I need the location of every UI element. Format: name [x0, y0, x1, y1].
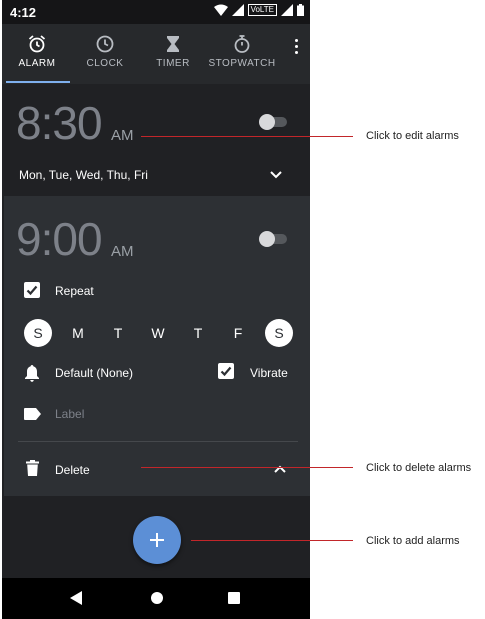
check-icon: [26, 285, 38, 296]
wifi-icon: [213, 4, 228, 16]
bell-icon: [25, 365, 39, 382]
alarm-clock-icon: [28, 35, 46, 53]
alarm-item-0830[interactable]: 8:30 AM Mon, Tue, Wed, Thu, Fri: [2, 90, 310, 194]
toggle-knob: [259, 114, 275, 130]
chevron-down-icon[interactable]: [270, 170, 282, 180]
battery-icon: [297, 4, 304, 16]
divider: [18, 441, 298, 442]
trash-icon: [26, 460, 39, 476]
active-tab-indicator: [6, 81, 70, 83]
day-wednesday[interactable]: W: [144, 319, 172, 347]
stopwatch-icon: [234, 35, 250, 53]
tab-alarm-label: ALARM: [18, 58, 56, 69]
day-thursday[interactable]: T: [184, 319, 212, 347]
tab-timer-label: TIMER: [156, 58, 190, 69]
status-bar: 4:12 VoLTE: [2, 0, 310, 24]
callout-line-delete: [141, 467, 353, 468]
repeat-label: Repeat: [55, 284, 94, 298]
callout-line-edit: [141, 136, 353, 137]
day-sunday[interactable]: S: [24, 319, 52, 347]
day-tuesday[interactable]: T: [104, 319, 132, 347]
tab-clock-label: CLOCK: [86, 58, 124, 69]
ringtone-selector[interactable]: Default (None): [55, 366, 133, 380]
status-time: 4:12: [10, 5, 37, 20]
vibrate-checkbox[interactable]: [218, 363, 234, 379]
signal-icon: [231, 4, 244, 16]
tab-alarm[interactable]: ALARM: [2, 24, 72, 84]
tab-bar: ALARM CLOCK TIMER STOPWATCH: [2, 24, 310, 84]
clock-icon: [96, 35, 114, 53]
label-field[interactable]: Label: [55, 407, 84, 421]
alarm-ampm: AM: [111, 243, 134, 260]
phone-screen: 4:12 VoLTE ALARM CLOCK TIMER STOPWATCH 8…: [2, 0, 310, 619]
alarm-days-summary: Mon, Tue, Wed, Thu, Fri: [19, 168, 148, 182]
status-icons: VoLTE: [213, 4, 304, 16]
signal-icon-2: [281, 4, 293, 16]
alarm-ampm: AM: [111, 127, 134, 144]
back-icon[interactable]: [70, 591, 82, 605]
day-saturday[interactable]: S: [265, 319, 293, 347]
callout-delete-alarms: Click to delete alarms: [366, 462, 472, 474]
alarm-toggle[interactable]: [259, 231, 287, 247]
tab-stopwatch[interactable]: STOPWATCH: [202, 24, 282, 84]
day-friday[interactable]: F: [224, 319, 252, 347]
callout-line-add: [191, 540, 353, 541]
callout-edit-alarms: Click to edit alarms: [366, 130, 459, 142]
navigation-bar: [2, 578, 310, 619]
vibrate-label: Vibrate: [250, 366, 288, 380]
label-tag-icon: [24, 408, 41, 420]
repeat-checkbox[interactable]: [24, 282, 40, 298]
alarm-toggle[interactable]: [259, 114, 287, 130]
check-icon: [220, 366, 232, 377]
alarm-time[interactable]: 9:00: [16, 212, 103, 266]
toggle-knob: [259, 231, 275, 247]
plus-icon: [150, 533, 164, 547]
add-alarm-button[interactable]: [133, 516, 181, 564]
tab-stopwatch-label: STOPWATCH: [208, 58, 276, 69]
chevron-up-icon[interactable]: [274, 464, 286, 474]
callout-add-alarms: Click to add alarms: [366, 535, 460, 547]
recents-icon[interactable]: [228, 592, 240, 604]
alarm-time[interactable]: 8:30: [16, 96, 103, 150]
volte-badge: VoLTE: [247, 4, 277, 16]
home-icon[interactable]: [151, 592, 163, 604]
day-monday[interactable]: M: [64, 319, 92, 347]
delete-button[interactable]: Delete: [55, 463, 90, 477]
hourglass-icon: [167, 36, 179, 52]
more-vert-icon[interactable]: [292, 39, 300, 59]
tab-timer[interactable]: TIMER: [138, 24, 208, 84]
alarm-item-0900-expanded: 9:00 AM Repeat S M T W T F S Default (No…: [4, 196, 310, 496]
tab-clock[interactable]: CLOCK: [70, 24, 140, 84]
